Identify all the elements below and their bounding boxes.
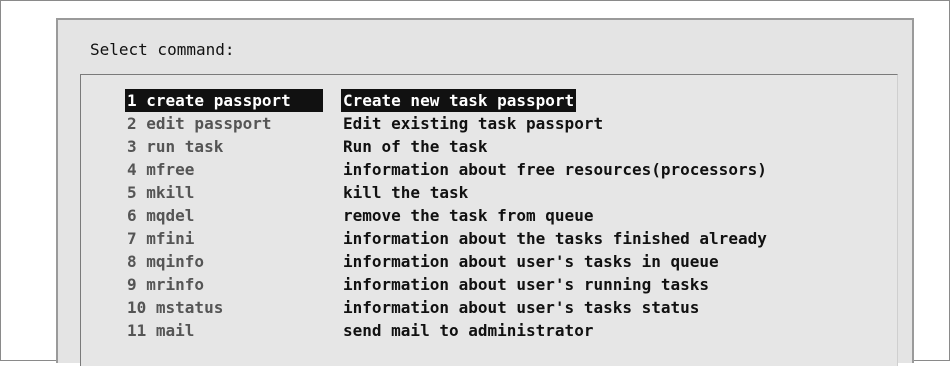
command-description: information about user's tasks status: [343, 298, 700, 317]
command-description: send mail to administrator: [343, 321, 594, 340]
command-label: 1 create passport: [125, 89, 323, 112]
command-description: Create new task passport: [341, 89, 577, 112]
command-label: 6 mqdel: [127, 206, 195, 225]
command-description: information about user's running tasks: [343, 275, 710, 294]
command-description: information about free resources(process…: [343, 160, 767, 179]
select-command-dialog: Select command: 1 create passport Create…: [56, 18, 914, 366]
command-list[interactable]: 1 create passport Create new task passpo…: [80, 74, 898, 366]
command-label: 2 edit passport: [127, 114, 272, 133]
command-label: 9 mrinfo: [127, 275, 205, 294]
command-description: information about user's tasks in queue: [343, 252, 719, 271]
dialog-title: Select command:: [90, 40, 235, 59]
command-description: Run of the task: [343, 137, 488, 156]
command-description: remove the task from queue: [343, 206, 594, 225]
command-description: kill the task: [343, 183, 469, 202]
command-label: 11 mail: [127, 321, 195, 340]
command-label: 3 run task: [127, 137, 224, 156]
command-label: 8 mqinfo: [127, 252, 205, 271]
command-label: 10 mstatus: [127, 298, 224, 317]
command-description: information about the tasks finished alr…: [343, 229, 767, 248]
command-label: 4 mfree: [127, 160, 195, 179]
command-description: Edit existing task passport: [343, 114, 604, 133]
command-label: 5 mkill: [127, 183, 195, 202]
command-label: 7 mfini: [127, 229, 195, 248]
